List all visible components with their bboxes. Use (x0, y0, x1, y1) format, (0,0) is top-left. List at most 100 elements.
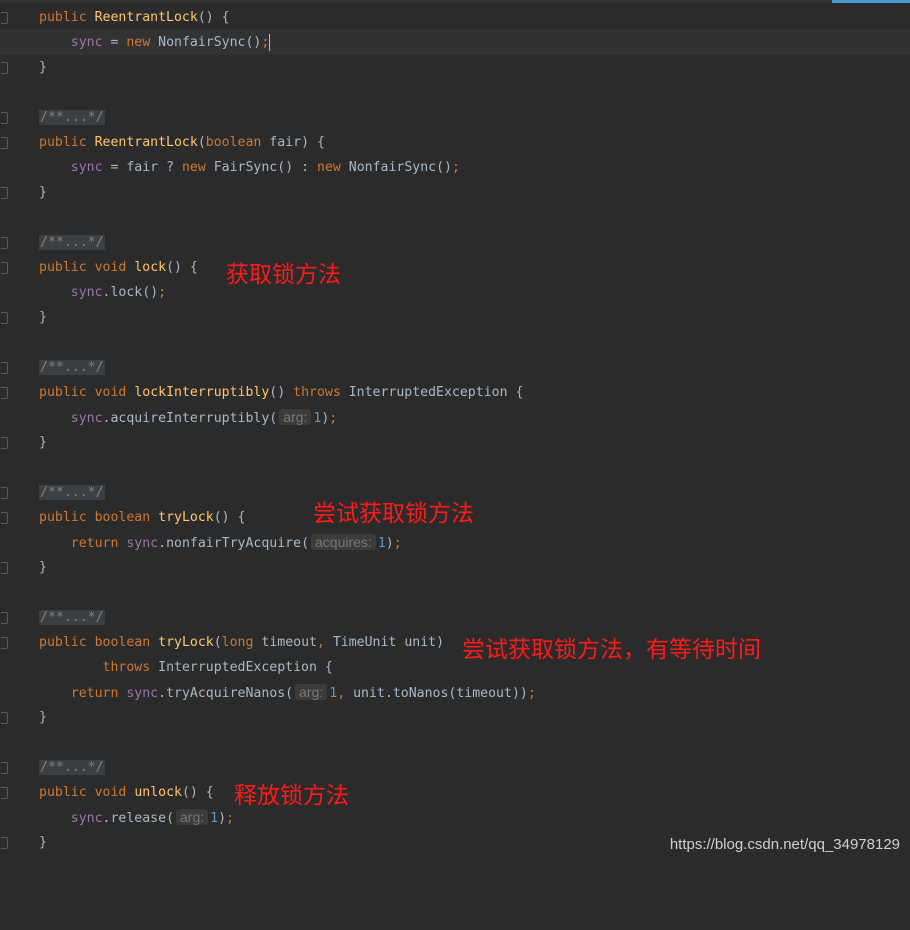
code-line[interactable]: sync.release(arg: 1); (0, 805, 910, 830)
folded-comment[interactable]: /**...*/ (39, 360, 105, 375)
code-line[interactable]: return sync.nonfairTryAcquire(acquires: 1… (0, 530, 910, 555)
method-call: toNanos (392, 686, 449, 701)
code-line[interactable]: public ReentrantLock(boolean fair) { (0, 130, 910, 155)
fold-marker-icon[interactable] (1, 137, 8, 149)
code-line[interactable]: throws InterruptedException { (0, 655, 910, 680)
fold-marker-icon[interactable] (1, 637, 8, 649)
code-line[interactable]: public void lock() { (0, 255, 910, 280)
keyword: throws (293, 385, 341, 400)
method-name: unlock (134, 785, 182, 800)
folded-comment[interactable]: /**...*/ (39, 760, 105, 775)
code-line[interactable]: public ReentrantLock() { (0, 5, 910, 30)
field: sync (70, 285, 103, 300)
code-line[interactable]: /**...*/ (0, 230, 910, 255)
annotation-lock: 获取锁方法 (226, 262, 341, 288)
code-line[interactable]: public void lockInterruptibly() throws I… (0, 380, 910, 405)
fold-marker-icon[interactable] (1, 787, 8, 799)
keyword: public (39, 635, 87, 650)
method-call: release (110, 811, 167, 826)
fold-marker-icon[interactable] (1, 562, 8, 574)
parameter: unit (353, 686, 385, 701)
text-cursor (269, 33, 271, 51)
class-name: FairSync (213, 160, 278, 175)
code-line[interactable]: } (0, 180, 910, 205)
number-literal: 1 (329, 686, 338, 701)
annotation-try-lock-timed: 尝试获取锁方法，有等待时间 (462, 637, 761, 663)
keyword: public (39, 10, 87, 25)
parameter-hint: arg: (176, 809, 209, 825)
number-literal: 1 (313, 411, 322, 426)
code-line[interactable]: } (0, 705, 910, 730)
fold-marker-icon[interactable] (1, 437, 8, 449)
code-line[interactable]: } (0, 305, 910, 330)
fold-marker-icon[interactable] (1, 112, 8, 124)
method-name: lock (134, 260, 167, 275)
keyword: public (39, 135, 87, 150)
code-line[interactable]: } (0, 555, 910, 580)
editor-top-border (0, 0, 910, 3)
fold-marker-icon[interactable] (1, 187, 8, 199)
fold-marker-icon[interactable] (1, 762, 8, 774)
keyword: new (181, 160, 206, 175)
folded-comment[interactable]: /**...*/ (39, 485, 105, 500)
class-name: TimeUnit (332, 635, 397, 650)
folded-comment[interactable]: /**...*/ (39, 110, 105, 125)
fold-marker-icon[interactable] (1, 612, 8, 624)
code-line[interactable]: /**...*/ (0, 755, 910, 780)
fold-marker-icon[interactable] (1, 387, 8, 399)
fold-marker-icon[interactable] (1, 512, 8, 524)
class-name: InterruptedException (348, 385, 508, 400)
parameter: unit (404, 635, 437, 650)
code-line[interactable]: sync.lock(); (0, 280, 910, 305)
code-line-current[interactable]: sync = new NonfairSync(); (0, 30, 910, 55)
fold-marker-icon[interactable] (1, 262, 8, 274)
method-name: ReentrantLock (94, 135, 198, 150)
number-literal: 1 (377, 536, 386, 551)
keyword: void (94, 785, 127, 800)
fold-marker-icon[interactable] (1, 362, 8, 374)
keyword: boolean (94, 510, 151, 525)
code-line[interactable]: /**...*/ (0, 105, 910, 130)
keyword: void (94, 385, 127, 400)
parameter: timeout (456, 686, 512, 701)
field: sync (126, 686, 159, 701)
annotation-try-lock: 尝试获取锁方法 (313, 501, 474, 527)
code-line[interactable]: } (0, 430, 910, 455)
code-line[interactable]: /**...*/ (0, 355, 910, 380)
method-name: lockInterruptibly (134, 385, 270, 400)
fold-marker-icon[interactable] (1, 712, 8, 724)
fold-marker-icon[interactable] (1, 312, 8, 324)
method-call: tryAcquireNanos (166, 686, 286, 701)
watermark: https://blog.csdn.net/qq_34978129 (669, 836, 900, 853)
keyword: return (70, 686, 119, 701)
code-line[interactable]: sync = fair ? new FairSync() : new Nonfa… (0, 155, 910, 180)
keyword: long (221, 635, 254, 650)
folded-comment[interactable]: /**...*/ (39, 610, 105, 625)
field: sync (70, 811, 103, 826)
keyword: void (94, 260, 127, 275)
code-line[interactable]: /**...*/ (0, 605, 910, 630)
code-line[interactable]: public boolean tryLock(long timeout, Tim… (0, 630, 910, 655)
method-name: tryLock (158, 510, 214, 525)
fold-marker-icon[interactable] (1, 487, 8, 499)
method-name: tryLock (158, 635, 214, 650)
fold-marker-icon[interactable] (1, 237, 8, 249)
scroll-indicator[interactable] (832, 0, 910, 3)
keyword: public (39, 385, 87, 400)
number-literal: 1 (210, 811, 219, 826)
method-call: nonfairTryAcquire (166, 536, 302, 551)
keyword: new (126, 35, 151, 50)
keyword: public (39, 510, 87, 525)
keyword: public (39, 785, 87, 800)
fold-marker-icon[interactable] (1, 837, 8, 849)
class-name: NonfairSync (158, 35, 246, 50)
class-name: InterruptedException (158, 660, 317, 675)
code-line[interactable]: return sync.tryAcquireNanos(arg: 1, unit.… (0, 680, 910, 705)
code-line[interactable]: sync.acquireInterruptibly(arg: 1); (0, 405, 910, 430)
parameter: fair (269, 135, 302, 150)
code-line[interactable]: } (0, 55, 910, 80)
folded-comment[interactable]: /**...*/ (39, 235, 105, 250)
fold-marker-icon[interactable] (1, 12, 8, 24)
code-line[interactable]: public void unlock() { (0, 780, 910, 805)
fold-marker-icon[interactable] (1, 62, 8, 74)
